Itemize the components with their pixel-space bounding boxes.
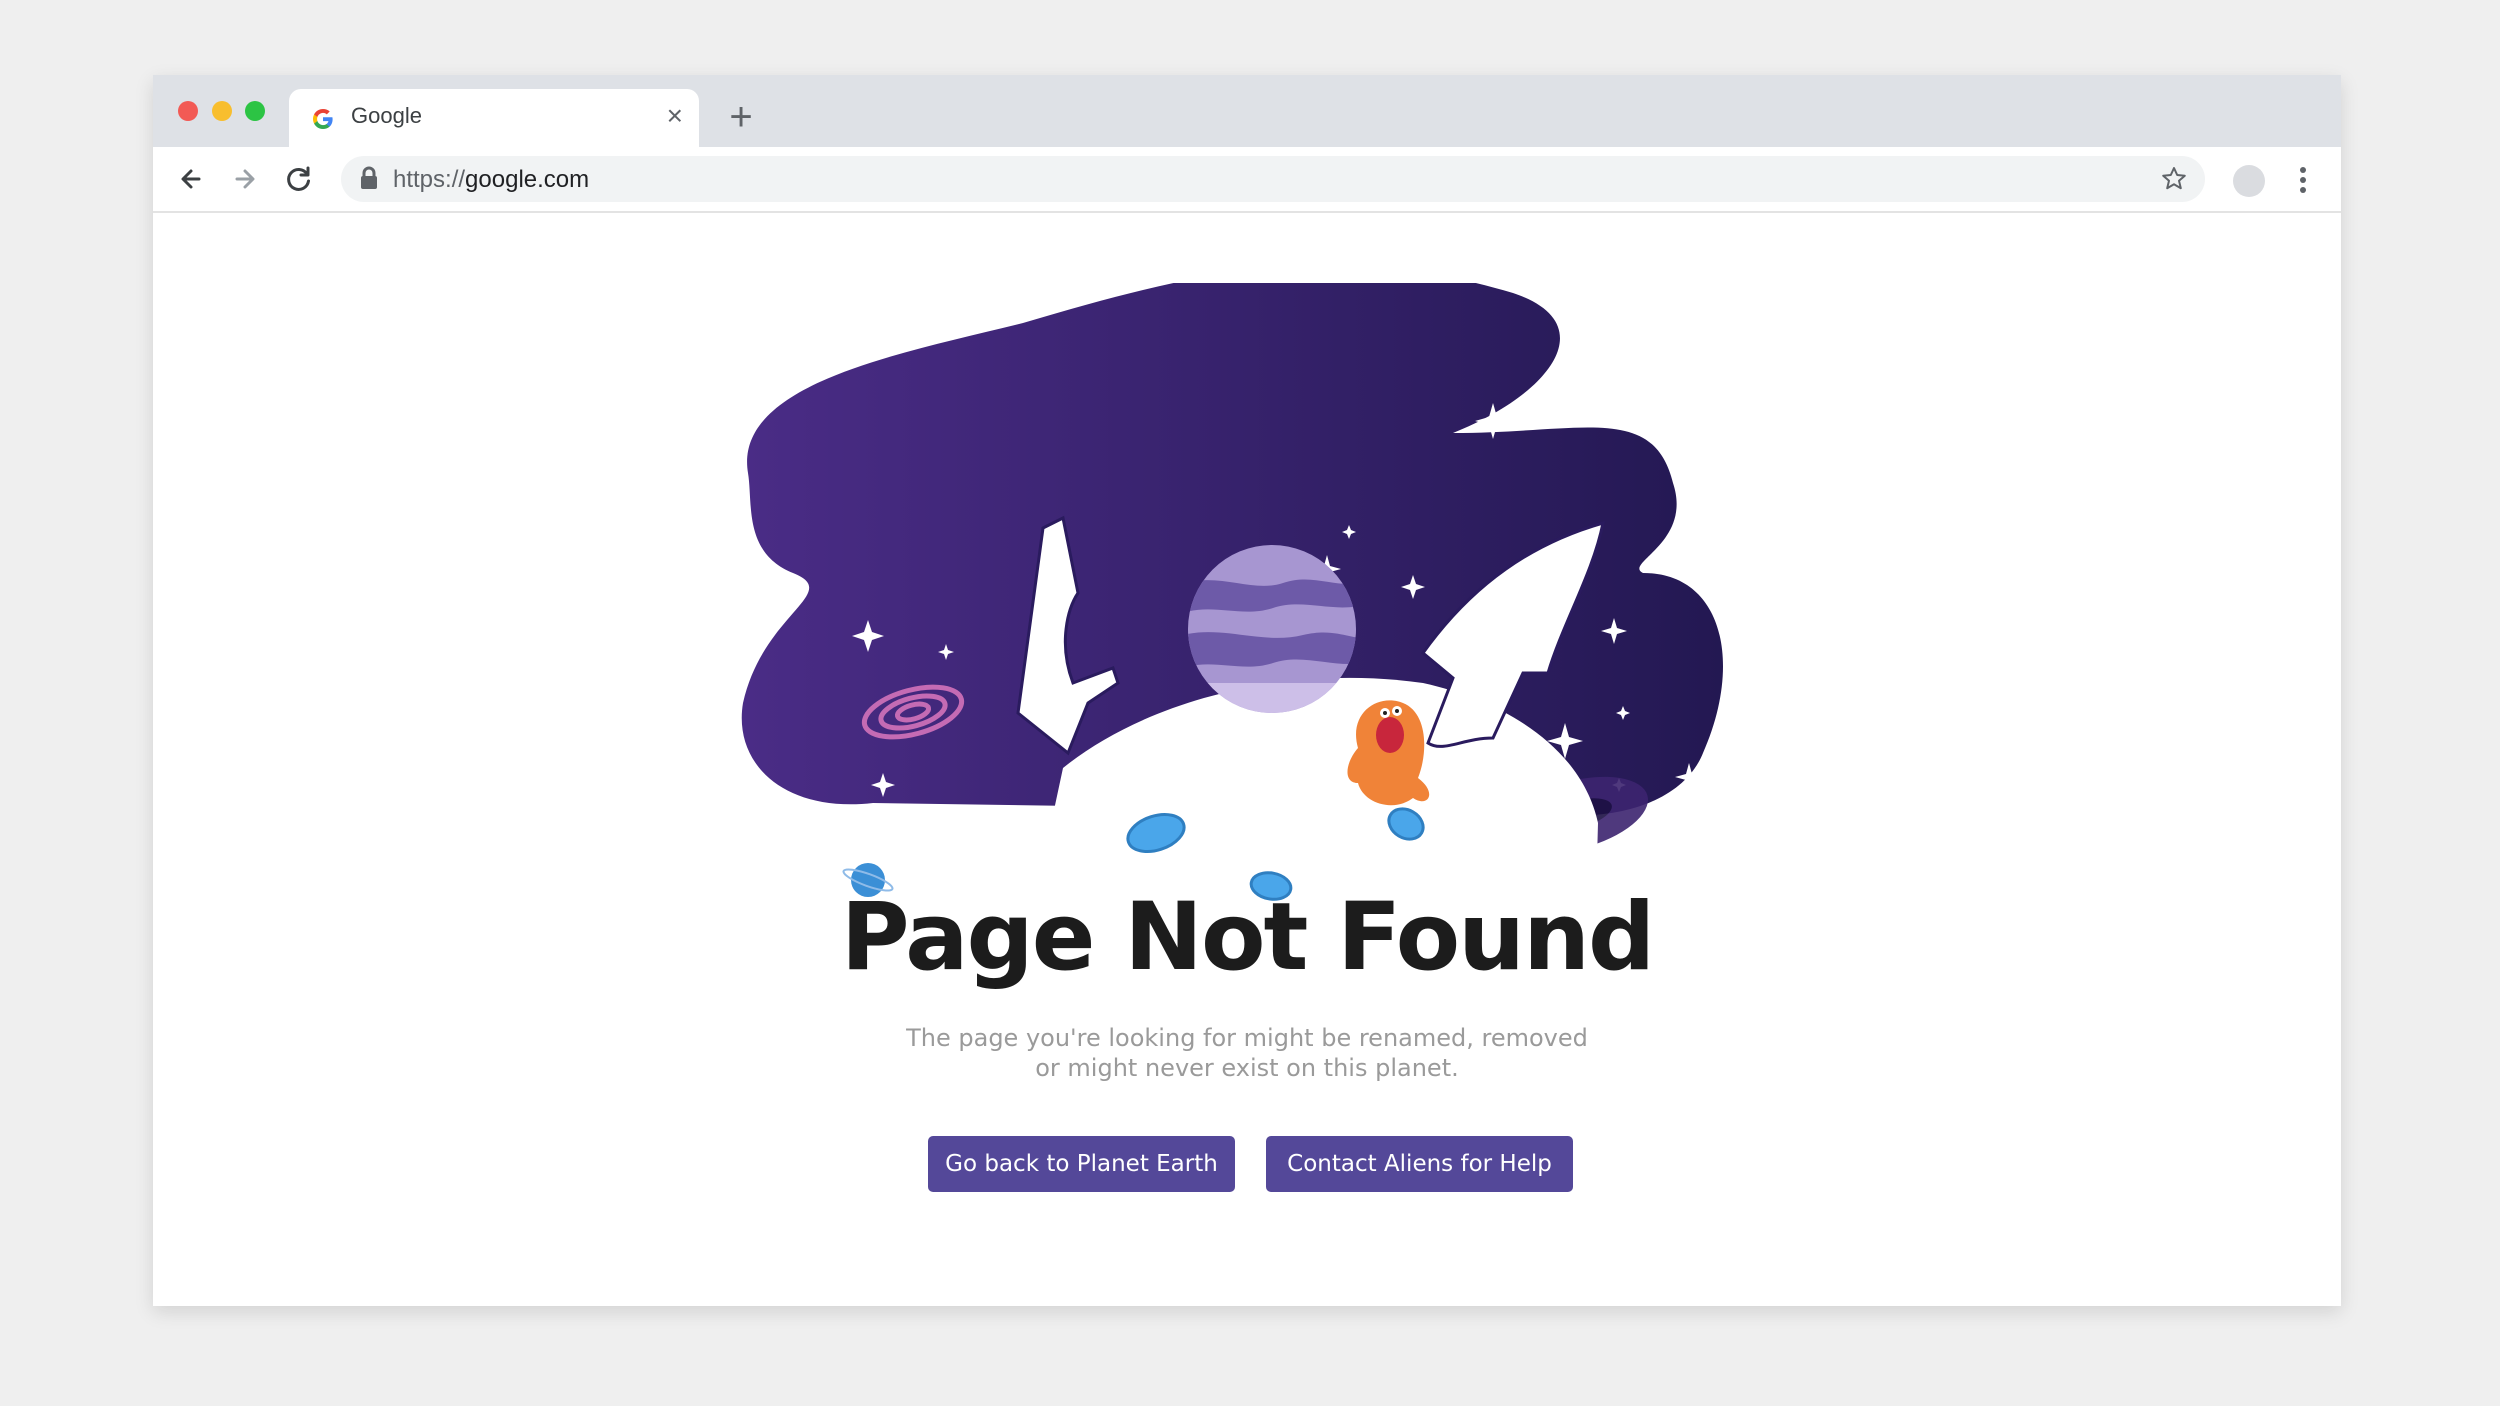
kebab-menu-icon[interactable]: [2293, 163, 2313, 197]
url-host: google.com: [465, 166, 590, 193]
space-404-illustration: [741, 283, 1723, 933]
browser-toolbar: https://google.com: [153, 147, 2341, 213]
reload-icon[interactable]: [281, 161, 317, 197]
new-tab-plus-icon[interactable]: +: [721, 97, 761, 137]
minimize-window-button[interactable]: [212, 101, 232, 121]
browser-tab[interactable]: Google ×: [289, 89, 699, 147]
close-window-button[interactable]: [178, 101, 198, 121]
tab-title: Google: [351, 103, 422, 128]
back-arrow-icon[interactable]: [173, 161, 209, 197]
page-description: The page you're looking for might be ren…: [153, 1023, 2341, 1083]
page-title: Page Not Found: [840, 883, 1656, 992]
address-bar[interactable]: https://google.com: [341, 156, 2205, 202]
go-back-to-earth-button[interactable]: Go back to Planet Earth: [928, 1136, 1235, 1192]
url-scheme: https://: [393, 166, 466, 193]
maximize-window-button[interactable]: [245, 101, 265, 121]
bookmark-star-icon[interactable]: [2159, 164, 2189, 194]
lock-icon: [361, 166, 377, 189]
star-12: [833, 826, 847, 840]
description-line-2: or might never exist on this planet.: [1035, 1054, 1459, 1082]
tab-close-icon[interactable]: ×: [667, 101, 683, 131]
tab-bar: Google × +: [153, 75, 2341, 147]
description-line-1: The page you're looking for might be ren…: [906, 1024, 1588, 1052]
forward-arrow-icon[interactable]: [227, 161, 263, 197]
star-11: [938, 819, 954, 835]
browser-window: Google × + https://google.com Page Not F…: [153, 75, 2341, 1306]
url-text: https://google.com: [393, 166, 589, 194]
profile-avatar[interactable]: [2233, 165, 2265, 197]
contact-aliens-button[interactable]: Contact Aliens for Help: [1266, 1136, 1573, 1192]
google-g-icon: [313, 109, 333, 129]
page-content: Page Not Found The page you're looking f…: [153, 213, 2341, 1306]
